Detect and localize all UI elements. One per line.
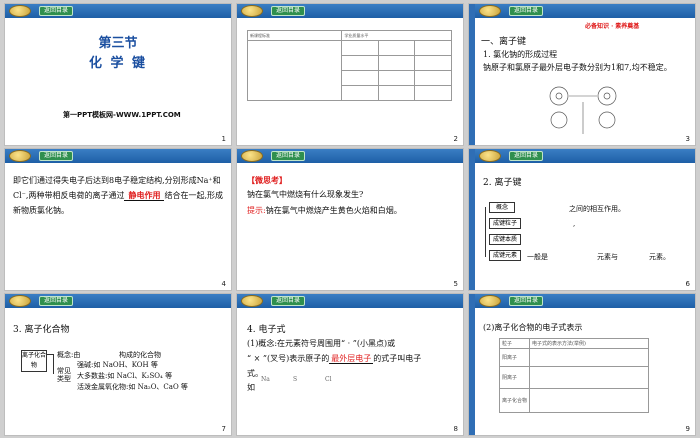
logo-icon: [9, 295, 31, 307]
item-compound: 构成的化合物: [119, 351, 161, 359]
branch-types: 常见类型: [57, 367, 71, 383]
table-header-cell: 电子式的表示方法(举例): [529, 338, 649, 349]
logo-icon: [479, 150, 501, 162]
example-cl: Cl: [325, 376, 332, 383]
concept-box: 概念: [489, 202, 515, 213]
definition-line-2: “ × ”(叉号)表示原子的 最外层电子 的式子叫电子: [247, 353, 421, 364]
slide-thumbnail-4[interactable]: 返回目录 即它们通过得失电子后达到8电子稳定结构,分别形成Na⁺和Cl⁻,两种带…: [4, 148, 232, 291]
back-to-contents-button[interactable]: 返回目录: [509, 6, 543, 16]
heading: 2. 离子键: [483, 178, 522, 188]
back-to-contents-button[interactable]: 返回目录: [271, 296, 305, 306]
slide-thumbnail-9[interactable]: 返回目录 (2)离子化合物的电子式表示 粒子 电子式的表示方法(举例) 阳离子 阴…: [468, 293, 696, 436]
heading: 4. 电子式: [247, 325, 286, 335]
back-to-contents-button[interactable]: 返回目录: [39, 296, 73, 306]
slide-thumbnail-5[interactable]: 返回目录 【微思考】 钠在氯气中燃烧有什么现象发生? 提示:钠在氯气中燃烧产生黄…: [236, 148, 464, 291]
slide-thumbnail-7[interactable]: 返回目录 3. 离子化合物 离子化合物 概念:由 常见类型 构成的化合物 强碱:…: [4, 293, 232, 436]
definition-text: “ × ”(叉号)表示原子的: [247, 354, 330, 363]
item-salts: 大多数盐:如 NaCl、K₂SO₄ 等: [77, 372, 173, 380]
slide-thumbnail-2[interactable]: 返回目录 新课程标准 学业质量水平 2: [236, 3, 464, 146]
slide-number: 1: [221, 135, 226, 143]
logo-icon: [9, 150, 31, 162]
slide-number: 7: [221, 425, 226, 433]
back-to-contents-button[interactable]: 返回目录: [509, 151, 543, 161]
definition-text-b: 的式子叫电子: [373, 354, 422, 363]
logo-icon: [479, 5, 501, 17]
body-text: 钠原子和氯原子最外层电子数分别为1和7,均不稳定。: [483, 63, 672, 72]
footer-text: 第一PPT模板网-WWW.1PPT.COM: [63, 111, 181, 119]
electron-formula-table: 粒子 电子式的表示方法(举例) 阳离子 阴离子 离子化合物: [499, 338, 649, 413]
example-prefix: 如: [247, 383, 255, 392]
row-label: 阳离子: [499, 348, 530, 367]
slide-number: 2: [453, 135, 458, 143]
left-accent-bar: [469, 149, 475, 290]
table-header-cell: 学业质量水平: [341, 30, 452, 41]
slide-thumbnail-6[interactable]: 返回目录 2. 离子键 概念 成键粒子 成键本质 成键元素 之间的相互作用。 ,…: [468, 148, 696, 291]
slide-number: 9: [685, 425, 690, 433]
logo-icon: [9, 5, 31, 17]
slide-grid: 返回目录 第三节 化 学 键 第一PPT模板网-WWW.1PPT.COM 1 返…: [0, 0, 700, 438]
bonding-element-box: 成键元素: [489, 250, 521, 261]
slide-thumbnail-3[interactable]: 返回目录 必备知识 · 素养奠基 一、离子键 1. 氯化钠的形成过程 钠原子和氯…: [468, 3, 696, 146]
heading-2: 1. 氯化钠的形成过程: [483, 50, 558, 59]
tree-line: [53, 354, 54, 374]
fill-blank-answer: 静电作用: [124, 190, 165, 201]
slide-number: 3: [685, 135, 690, 143]
logo-icon: [479, 295, 501, 307]
row-label: 离子化合物: [499, 388, 530, 413]
slide-number: 8: [453, 425, 458, 433]
heading: 3. 离子化合物: [13, 325, 70, 335]
body-paragraph: 即它们通过得失电子后达到8电子稳定结构,分别形成Na⁺和Cl⁻,两种带相反电荷的…: [13, 173, 227, 218]
slide-number: 4: [221, 280, 226, 288]
back-to-contents-button[interactable]: 返回目录: [39, 6, 73, 16]
logo-icon: [241, 5, 263, 17]
back-to-contents-button[interactable]: 返回目录: [271, 6, 305, 16]
logo-icon: [241, 150, 263, 162]
question-text: 钠在氯气中燃烧有什么现象发生?: [247, 190, 364, 199]
example-na: Na: [261, 376, 270, 383]
left-accent-bar: [469, 4, 475, 145]
slide-number: 6: [685, 280, 690, 288]
back-to-contents-button[interactable]: 返回目录: [509, 296, 543, 306]
item-metal-oxides: 活泼金属氧化物:如 Na₂O、CaO 等: [77, 383, 188, 391]
nacl-formation-diagram: [549, 86, 617, 134]
definition-line-1: (1)概念:在元素符号周围用“ · ”(小黑点)或: [247, 339, 396, 348]
logo-icon: [241, 295, 263, 307]
slide-thumbnail-1[interactable]: 返回目录 第三节 化 学 键 第一PPT模板网-WWW.1PPT.COM 1: [4, 3, 232, 146]
heading: (2)离子化合物的电子式表示: [483, 323, 583, 332]
hint-label: 提示:: [247, 206, 266, 215]
left-accent-bar: [469, 294, 475, 435]
hint-line: 提示:钠在氯气中燃烧产生黄色火焰和白烟。: [247, 205, 402, 216]
hint-text: 钠在氯气中燃烧产生黄色火焰和白烟。: [265, 206, 402, 215]
element-note-b: 元素与: [597, 253, 618, 261]
section-banner: 必备知识 · 素养奠基: [585, 23, 640, 30]
back-to-contents-button[interactable]: 返回目录: [39, 151, 73, 161]
section-title: 第三节: [98, 36, 138, 51]
slide-thumbnail-8[interactable]: 返回目录 4. 电子式 (1)概念:在元素符号周围用“ · ”(小黑点)或 “ …: [236, 293, 464, 436]
element-note-a: 一般是: [527, 253, 548, 261]
branch-concept: 概念:由: [57, 351, 81, 359]
back-to-contents-button[interactable]: 返回目录: [271, 151, 305, 161]
concept-note: 之间的相互作用。: [569, 205, 625, 213]
example-s: S: [293, 376, 298, 383]
table-header-cell: 新课程标准: [246, 30, 343, 41]
fill-blank-answer: 最外层电子: [329, 354, 374, 364]
slide-number: 5: [453, 280, 458, 288]
standards-table: 新课程标准 学业质量水平: [246, 30, 452, 101]
item-strong-base: 强碱:如 NaOH、KOH 等: [77, 361, 158, 369]
particle-note: ,: [573, 220, 576, 228]
think-tag: 【微思考】: [247, 175, 287, 185]
element-note-c: 元素。: [649, 253, 670, 261]
root-box: 离子化合物: [21, 350, 47, 372]
bonding-particle-box: 成键粒子: [489, 218, 521, 229]
table-header-cell: 粒子: [499, 338, 530, 349]
heading-1: 一、离子键: [481, 37, 527, 47]
bonding-essence-box: 成键本质: [489, 234, 521, 245]
tree-line: [485, 207, 486, 257]
row-label: 阴离子: [499, 366, 530, 389]
lesson-title: 化 学 键: [88, 56, 148, 71]
